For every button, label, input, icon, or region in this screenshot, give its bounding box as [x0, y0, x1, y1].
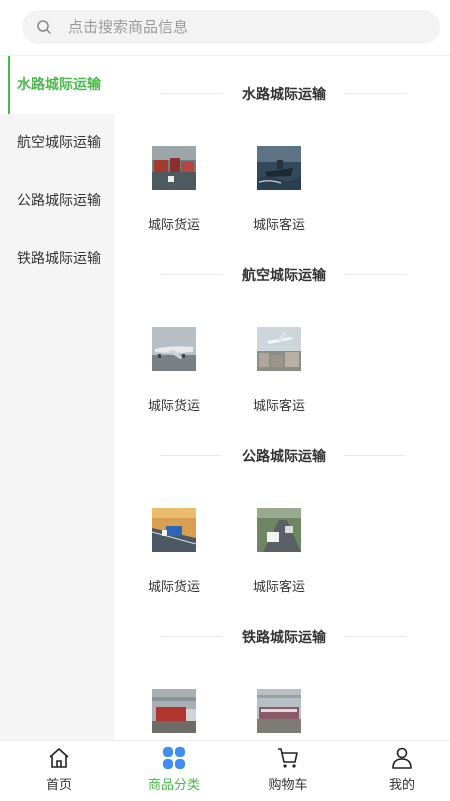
sidebar-item-rail[interactable]: 铁路城际运输 — [0, 230, 114, 288]
user-icon — [392, 747, 412, 769]
ship-at-sea-image — [257, 146, 301, 190]
sidebar-item-air[interactable]: 航空城际运输 — [0, 114, 114, 172]
search-box[interactable] — [22, 10, 440, 44]
tab-label: 商品分类 — [147, 778, 200, 793]
cargo-ship-image — [152, 146, 196, 190]
search-icon — [37, 20, 51, 34]
tab-label: 购物车 — [268, 778, 308, 793]
freight-train-image — [152, 689, 196, 733]
section-title: 航空城际运输 — [242, 268, 326, 284]
airport-plane-image — [257, 327, 301, 371]
product-item[interactable] — [244, 689, 314, 740]
product-item[interactable]: 城际货运 — [139, 327, 209, 414]
tab-home[interactable]: 首页 — [3, 741, 115, 801]
divider — [345, 455, 405, 456]
section-title: 公路城际运输 — [242, 449, 326, 465]
product-label: 城际货运 — [147, 399, 200, 414]
highway-truck-image — [152, 508, 196, 552]
divider — [345, 636, 405, 637]
sidebar-item-water[interactable]: 水路城际运输 — [0, 56, 114, 114]
section-title: 铁路城际运输 — [242, 630, 326, 646]
section-header: 铁路城际运输 — [114, 619, 450, 655]
tab-label: 我的 — [388, 778, 415, 793]
section-header: 公路城际运输 — [114, 438, 450, 474]
product-label: 城际货运 — [147, 580, 200, 595]
product-item[interactable]: 城际货运 — [139, 508, 209, 595]
tab-label: 首页 — [45, 778, 72, 793]
product-item[interactable]: 城际客运 — [244, 508, 314, 595]
category-icon — [163, 747, 185, 769]
product-label: 城际客运 — [252, 218, 305, 233]
tab-category[interactable]: 商品分类 — [118, 741, 230, 801]
cart-icon — [278, 748, 298, 768]
search-input[interactable] — [68, 10, 418, 44]
highway-bus-image — [257, 508, 301, 552]
section-header: 水路城际运输 — [114, 76, 450, 112]
section-water: 水路城际运输 城际货运 城际客运 — [114, 56, 450, 237]
tab-cart[interactable]: 购物车 — [232, 741, 344, 801]
section-rail: 铁路城际运输 — [114, 599, 450, 740]
cargo-plane-image — [152, 327, 196, 371]
divider — [345, 93, 405, 94]
home-icon — [49, 748, 69, 768]
section-air: 航空城际运输 城际货运 城际客运 — [114, 237, 450, 418]
product-item[interactable]: 城际客运 — [244, 327, 314, 414]
bottom-tab-bar: 首页 商品分类 购物车 我的 — [0, 740, 450, 801]
product-label: 城际货运 — [147, 218, 200, 233]
section-road: 公路城际运输 城际货运 城际客运 — [114, 418, 450, 599]
section-header: 航空城际运输 — [114, 257, 450, 293]
category-sidebar: 水路城际运输 航空城际运输 公路城际运输 铁路城际运输 — [0, 56, 114, 740]
search-bar — [0, 0, 450, 56]
product-list[interactable]: 水路城际运输 城际货运 城际客运 航空城际运输 城际货运 城际客运 公路城际运输… — [114, 56, 450, 740]
section-title: 水路城际运输 — [242, 87, 326, 103]
tab-mine[interactable]: 我的 — [346, 741, 450, 801]
product-label: 城际客运 — [252, 399, 305, 414]
product-label: 城际客运 — [252, 580, 305, 595]
passenger-train-image — [257, 689, 301, 733]
sidebar-item-road[interactable]: 公路城际运输 — [0, 172, 114, 230]
divider — [345, 274, 405, 275]
product-item[interactable] — [139, 689, 209, 740]
product-item[interactable]: 城际货运 — [139, 146, 209, 233]
product-item[interactable]: 城际客运 — [244, 146, 314, 233]
